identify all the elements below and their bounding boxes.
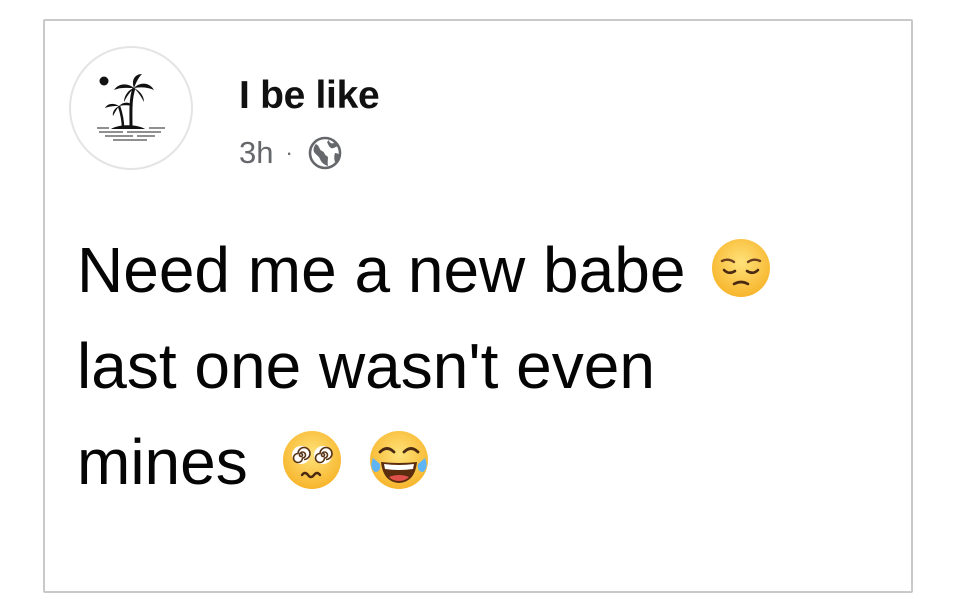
post-line-1-text: Need me a new babe [77,234,686,306]
post-line-3-text: mines [77,426,248,498]
pensive-face-icon [712,239,771,297]
post-timestamp[interactable]: 3h [239,135,273,171]
tears-of-joy-face-icon [370,431,429,489]
globe-icon[interactable] [307,135,343,171]
post-meta: 3h · [239,133,343,173]
post-text: Need me a new babe last one wasn't even … [77,222,877,510]
post-line-2-text: last one wasn't even [77,330,655,402]
dizzy-face-icon [282,431,341,489]
post-line-1: Need me a new babe [77,222,877,318]
meta-separator: · [285,140,293,165]
avatar[interactable] [69,46,193,170]
post-line-2: last one wasn't even [77,318,877,414]
post-line-3: mines [77,414,877,510]
author-name[interactable]: I be like [239,74,380,118]
palm-tree-island-icon [97,74,165,141]
